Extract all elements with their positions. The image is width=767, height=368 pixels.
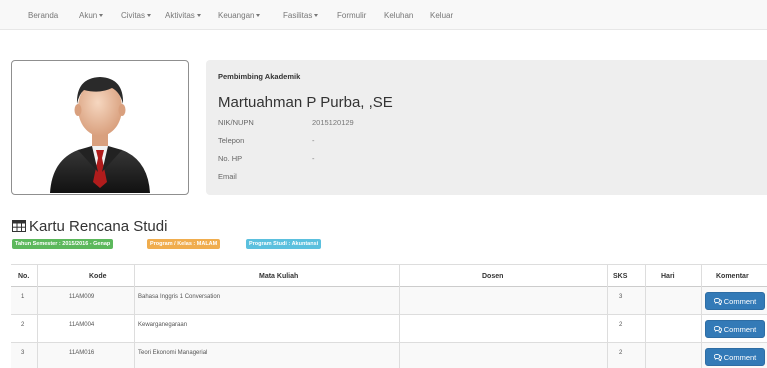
navbar: Beranda Akun Civitas Aktivitas Keuangan … <box>0 0 767 30</box>
cell-sks: 2 <box>619 322 623 328</box>
study-program-badge: Program Studi : Akuntansi <box>246 239 322 249</box>
header-mata-kuliah: Mata Kuliah <box>259 273 299 280</box>
field-label-telepon: Telepon <box>218 136 245 145</box>
nav-label: Keluhan <box>384 11 414 20</box>
comment-button[interactable]: Comment <box>705 292 765 310</box>
nav-label: Akun <box>79 11 98 20</box>
column-divider <box>645 264 646 368</box>
header-sks: SKS <box>613 273 628 280</box>
nav-aktivitas[interactable]: Aktivitas <box>165 11 201 20</box>
comment-button-label: Comment <box>723 324 757 334</box>
nav-label: Aktivitas <box>165 11 195 20</box>
comment-button[interactable]: Comment <box>705 348 765 366</box>
advisor-panel: Pembimbing Akademik Martuahman P Purba, … <box>206 60 767 195</box>
cell-no: 3 <box>21 350 25 356</box>
comment-button-label: Comment <box>723 352 757 362</box>
comments-icon <box>713 297 722 305</box>
header-no: No. <box>18 273 30 280</box>
caret-down-icon <box>147 14 152 18</box>
advisor-name: Martuahman P Purba, ,SE <box>218 94 393 111</box>
header-komentar: Komentar <box>716 273 749 280</box>
header-dosen: Dosen <box>482 273 504 280</box>
table-row: 2 11AM004 Kewarganegaraan 2 Comment <box>11 315 767 343</box>
cell-sks: 2 <box>619 350 623 356</box>
page-title-text: Kartu Rencana Studi <box>29 218 168 235</box>
nav-beranda[interactable]: Beranda <box>28 11 58 20</box>
cell-kode: 11AM009 <box>69 294 95 300</box>
comment-button-label: Comment <box>723 296 757 306</box>
nav-label: Beranda <box>28 11 59 20</box>
nav-label: Civitas <box>121 11 146 20</box>
nav-keluhan[interactable]: Keluhan <box>384 11 413 20</box>
table-row: 1 11AM009 Bahasa Inggris 1 Conversation … <box>11 287 767 315</box>
table-row: 3 11AM016 Teori Ekonomi Managerial 2 Com… <box>11 343 767 368</box>
avatar <box>11 60 189 195</box>
field-label-nik: NIK/NUPN <box>218 118 254 127</box>
column-divider <box>134 264 135 368</box>
column-divider <box>37 264 38 368</box>
header-hari: Hari <box>661 273 675 280</box>
nav-label: Fasilitas <box>283 11 313 20</box>
caret-down-icon <box>314 14 319 18</box>
nav-label: Formulir <box>337 11 367 20</box>
caret-down-icon <box>196 14 201 18</box>
caret-down-icon <box>256 14 261 18</box>
field-value-telepon: - <box>312 136 315 145</box>
column-divider <box>399 264 400 368</box>
panel-heading: Pembimbing Akademik <box>218 72 301 81</box>
cell-mata-kuliah: Bahasa Inggris 1 Conversation <box>138 294 221 300</box>
field-label-email: Email <box>218 172 237 181</box>
cell-mata-kuliah: Kewarganegaraan <box>138 322 188 328</box>
field-label-hp: No. HP <box>218 154 243 163</box>
nav-label: Keluar <box>430 11 454 20</box>
cell-mata-kuliah: Teori Ekonomi Managerial <box>138 350 208 356</box>
nav-civitas[interactable]: Civitas <box>121 11 152 20</box>
column-divider <box>701 264 702 368</box>
nav-keluar[interactable]: Keluar <box>430 11 453 20</box>
field-value-hp: - <box>312 154 315 163</box>
nav-fasilitas[interactable]: Fasilitas <box>283 11 319 20</box>
header-kode: Kode <box>89 273 107 280</box>
cell-kode: 11AM016 <box>69 350 95 356</box>
comment-button[interactable]: Comment <box>705 320 765 338</box>
cell-no: 1 <box>21 294 25 300</box>
column-divider <box>607 264 608 368</box>
user-avatar-icon <box>50 77 150 193</box>
table-icon <box>12 220 26 232</box>
nav-formulir[interactable]: Formulir <box>337 11 366 20</box>
cell-sks: 3 <box>619 294 623 300</box>
semester-badge: Tahun Semester : 2015/2016 - Genap <box>12 239 114 249</box>
table-header: No. Kode Mata Kuliah Dosen SKS Hari Kome… <box>11 264 767 287</box>
comments-icon <box>713 325 722 333</box>
comments-icon <box>713 353 722 361</box>
cell-no: 2 <box>21 322 25 328</box>
caret-down-icon <box>99 14 104 18</box>
program-class-badge: Program / Kelas : MALAM <box>147 239 221 249</box>
cell-kode: 11AM004 <box>69 322 95 328</box>
page-title: Kartu Rencana Studi <box>12 218 167 235</box>
nav-label: Keuangan <box>218 11 255 20</box>
nav-akun[interactable]: Akun <box>79 11 104 20</box>
field-value-nik: 2015120129 <box>312 118 354 127</box>
nav-keuangan[interactable]: Keuangan <box>218 11 261 20</box>
